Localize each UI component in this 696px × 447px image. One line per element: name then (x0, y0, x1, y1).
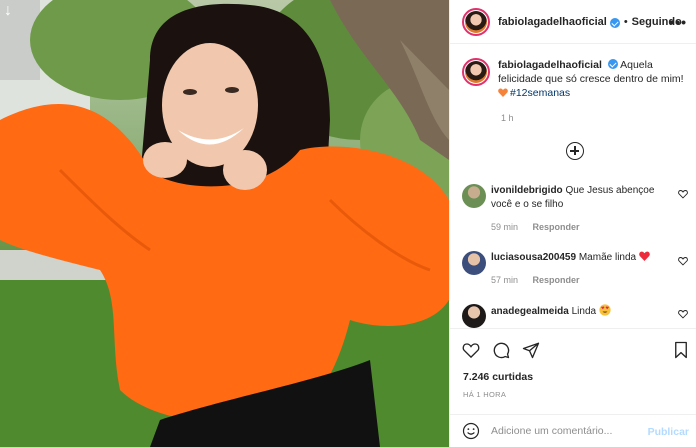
action-bar (450, 328, 696, 368)
heart-icon[interactable] (462, 341, 480, 359)
comment-body: ivonildebrigido Que Jesus abençoe você e… (491, 184, 671, 234)
comment-text: Mamãe linda (578, 252, 637, 263)
avatar[interactable] (462, 184, 486, 208)
caption-avatar[interactable] (462, 58, 490, 86)
heart-eyes-emoji-icon (599, 304, 611, 316)
heart-icon[interactable] (678, 256, 688, 266)
comment-composer: Publicar (450, 414, 696, 447)
comment-meta: 57 min Responder (491, 273, 671, 287)
comment-body: luciasousa200459 Mamãe linda 57 min Resp… (491, 251, 671, 287)
reply-button[interactable]: Responder (533, 275, 580, 285)
emoji-smiley-icon[interactable] (462, 422, 480, 440)
more-options-icon[interactable]: ••• (669, 14, 687, 30)
download-arrow-icon[interactable]: ↓ (4, 2, 22, 20)
avatar[interactable] (462, 7, 490, 36)
caption-username[interactable]: fabiolagadelhaoficial (498, 59, 602, 71)
list-item: anadegealmeida Linda (462, 304, 690, 328)
comment-text: Linda (571, 306, 597, 317)
post-timestamp: HÁ 1 HORA (463, 390, 507, 399)
comment-bubble-icon[interactable] (492, 341, 510, 359)
verified-badge-icon (609, 17, 620, 28)
red-heart-icon (639, 251, 650, 261)
comment-input[interactable] (491, 425, 641, 437)
heart-icon[interactable] (678, 309, 688, 319)
header-username[interactable]: fabiolagadelhaoficial (498, 16, 607, 28)
post-header: fabiolagadelhaoficial • Seguindo ••• (450, 0, 696, 44)
reply-button[interactable]: Responder (533, 222, 580, 232)
header-separator: • (623, 15, 628, 28)
post-sidebar: fabiolagadelhaoficial • Seguindo ••• fab… (449, 0, 696, 447)
likes-count[interactable]: 7.246 curtidas (463, 371, 533, 383)
paper-plane-icon[interactable] (522, 341, 540, 359)
caption-time: 1 h (501, 113, 514, 123)
avatar[interactable] (462, 251, 486, 275)
photo-illustration (0, 0, 449, 447)
heart-icon[interactable] (678, 189, 688, 199)
publish-button[interactable]: Publicar (648, 426, 689, 438)
list-item: luciasousa200459 Mamãe linda 57 min Resp… (462, 251, 690, 287)
plus-circle-icon[interactable] (566, 142, 584, 160)
comment-time: 59 min (491, 222, 519, 232)
orange-heart-icon (498, 88, 508, 97)
post-caption: fabiolagadelhaoficial Aquela felicidade … (462, 58, 690, 100)
verified-badge-icon (607, 59, 618, 69)
avatar[interactable] (462, 304, 486, 328)
list-item: ivonildebrigido Que Jesus abençoe você e… (462, 184, 690, 234)
comment-body: anadegealmeida Linda (491, 304, 671, 328)
post-photo[interactable]: ↓ (0, 0, 449, 447)
comment-username[interactable]: luciasousa200459 (491, 252, 576, 263)
comment-username[interactable]: ivonildebrigido (491, 185, 563, 196)
comment-time: 57 min (491, 275, 519, 285)
bookmark-icon[interactable] (672, 341, 690, 359)
caption-text: fabiolagadelhaoficial Aquela felicidade … (498, 58, 690, 100)
caption-hashtag-link[interactable]: #12semanas (510, 87, 570, 99)
comment-meta: 59 min Responder (491, 220, 671, 234)
comment-username[interactable]: anadegealmeida (491, 306, 569, 317)
